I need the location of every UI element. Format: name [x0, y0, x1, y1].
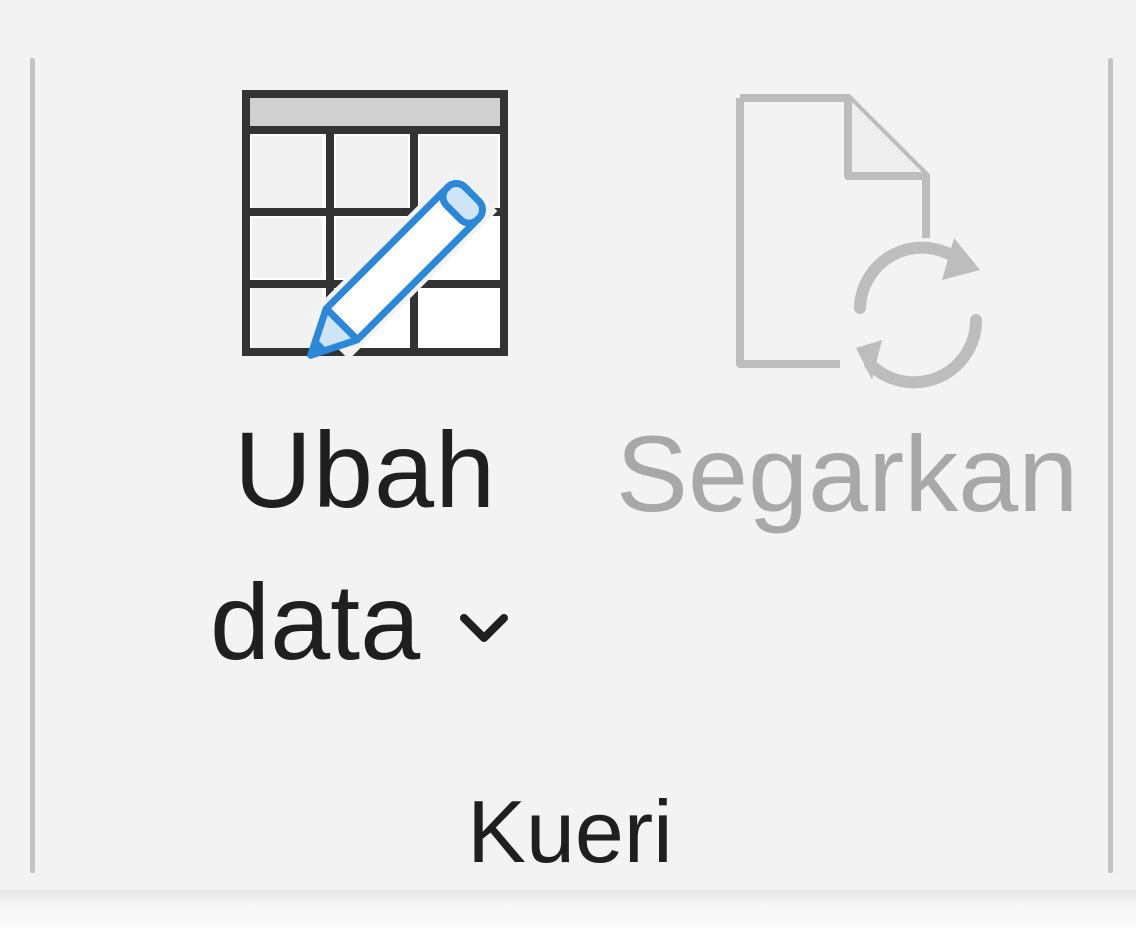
ribbon-group-kueri: Ubah data Segarkan Kueri [0, 0, 1136, 890]
table-edit-icon [242, 90, 508, 360]
refresh-label: Segarkan [616, 413, 1079, 534]
edit-data-label-line2: data [210, 561, 421, 682]
chevron-down-icon[interactable] [456, 610, 512, 646]
edit-data-label-line1: Ubah [234, 409, 497, 530]
file-refresh-icon [736, 94, 983, 389]
group-separator-right [1108, 58, 1113, 873]
group-separator-left [30, 58, 35, 873]
group-label: Kueri [467, 782, 673, 881]
ribbon-bottom-edge [0, 890, 1136, 928]
edit-data-button[interactable]: Ubah data [190, 70, 530, 682]
refresh-button[interactable]: Segarkan [600, 70, 1080, 550]
